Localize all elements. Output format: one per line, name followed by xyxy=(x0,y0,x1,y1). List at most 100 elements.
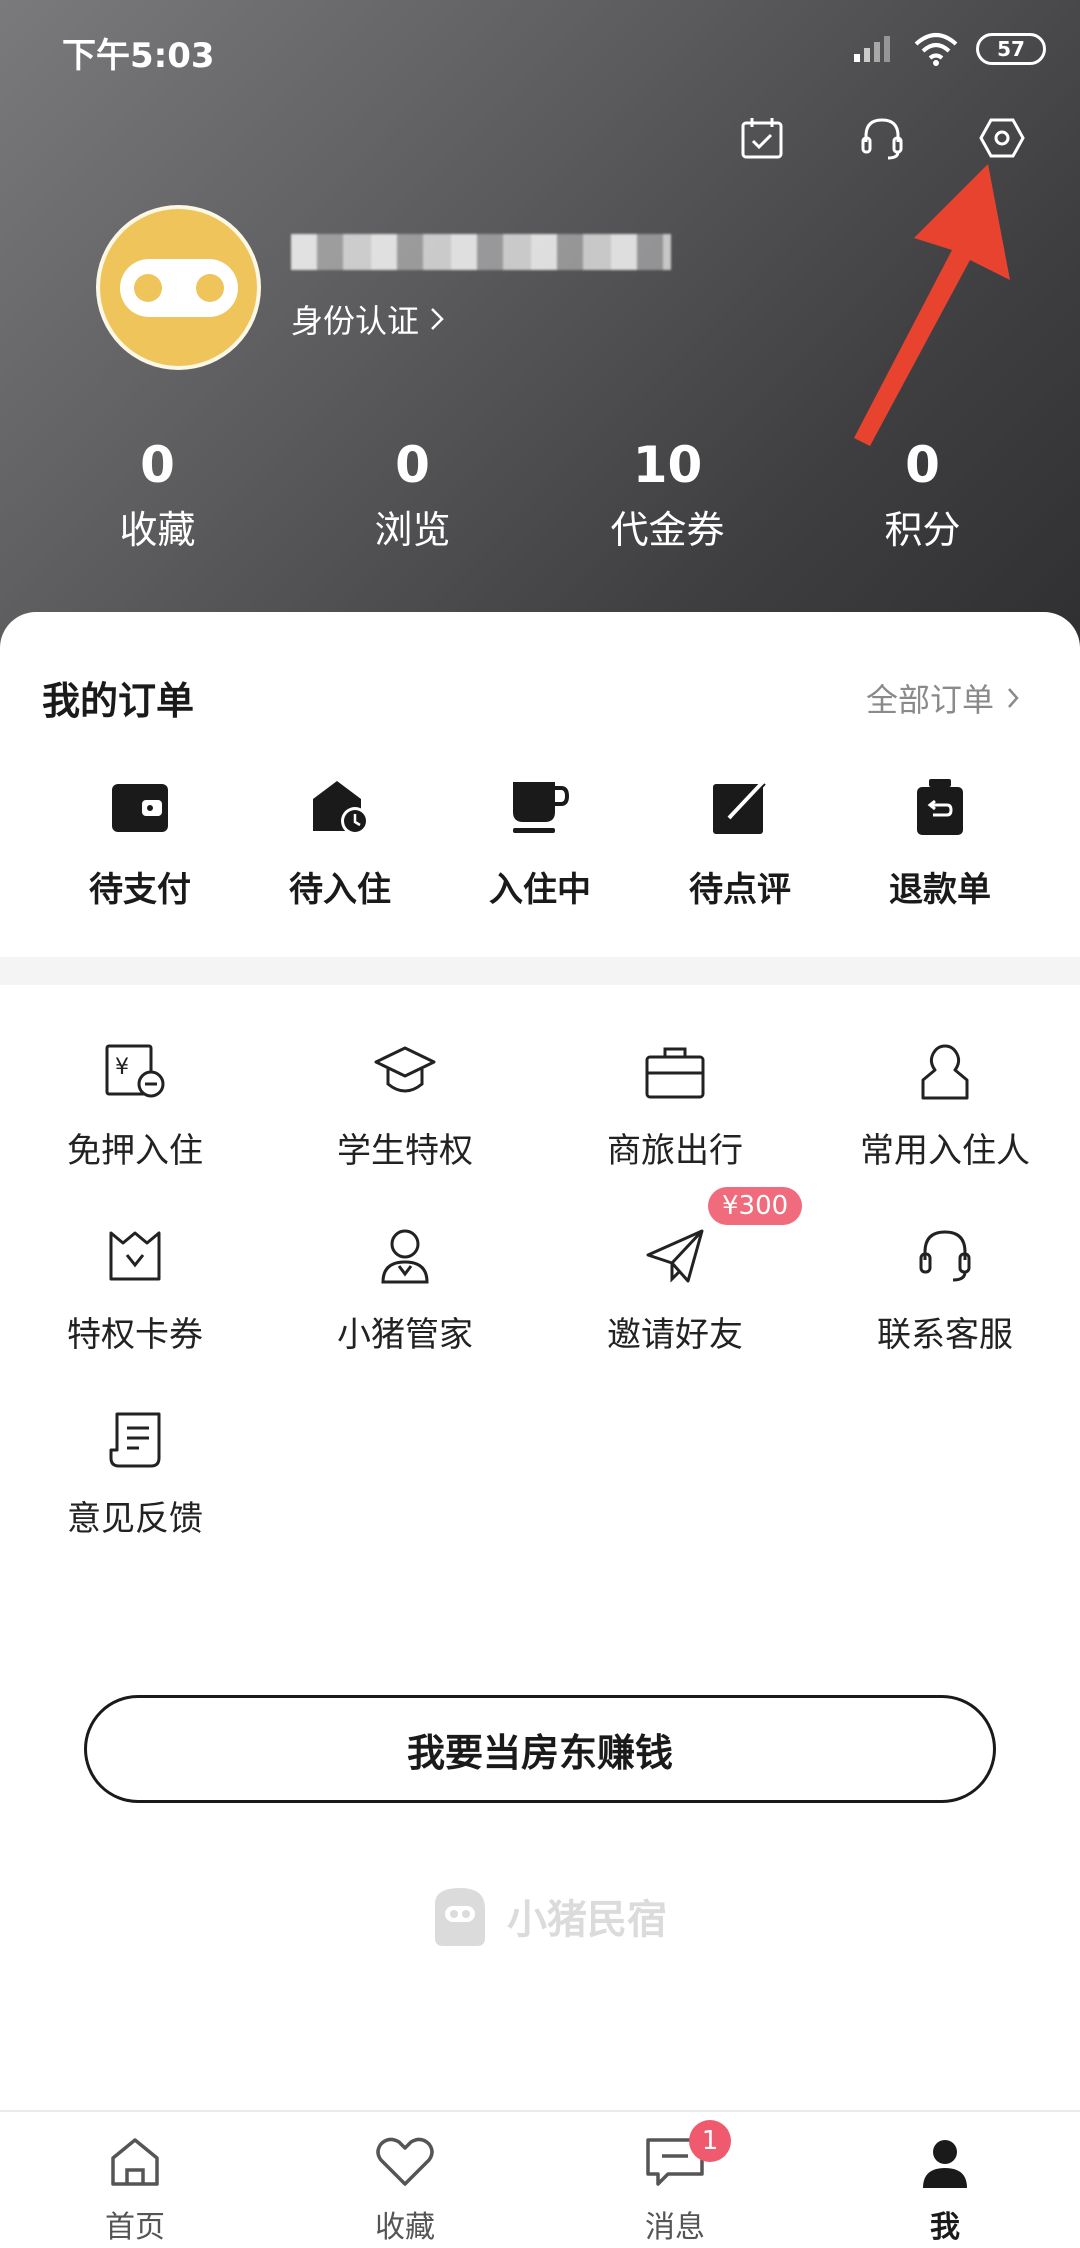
all-orders-link[interactable]: 全部订单 xyxy=(866,675,1020,721)
order-item-label: 退款单 xyxy=(889,870,991,910)
service-label: 邀请好友 xyxy=(607,1315,743,1355)
service-label: 联系客服 xyxy=(877,1315,1013,1355)
stat-label: 浏览 xyxy=(374,508,451,552)
become-landlord-button[interactable]: 我要当房东赚钱 xyxy=(84,1695,996,1803)
butler-icon xyxy=(381,1229,429,1284)
headset-icon xyxy=(861,118,903,160)
nav-label: 我 xyxy=(930,2210,960,2245)
stat-value: 0 xyxy=(905,436,940,494)
nav-label: 收藏 xyxy=(375,2210,435,2245)
status-icons: 57 xyxy=(852,32,1046,66)
service-invite-friends[interactable]: ¥300 邀请好友 xyxy=(540,1187,810,1405)
nav-profile[interactable]: 我 xyxy=(845,2112,1045,2248)
stat-label: 积分 xyxy=(884,508,961,552)
orders-title: 我的订单 xyxy=(42,679,195,723)
paper-plane-icon xyxy=(646,1229,704,1283)
service-feedback[interactable]: 意见反馈 xyxy=(0,1405,270,1589)
customer-service-button[interactable] xyxy=(852,108,912,168)
pig-logo-icon xyxy=(435,1888,485,1946)
stat-value: 0 xyxy=(395,436,430,494)
stat-points[interactable]: 0 积分 xyxy=(823,430,1023,560)
nav-favorites[interactable]: 收藏 xyxy=(305,2112,505,2248)
avatar-face-icon xyxy=(119,258,238,317)
heart-icon xyxy=(376,2137,434,2186)
edit-icon xyxy=(713,780,766,834)
service-label: 意见反馈 xyxy=(67,1499,203,1539)
order-pending-review[interactable]: 待点评 xyxy=(640,772,840,911)
service-label: 学生特权 xyxy=(337,1131,473,1171)
settings-button[interactable] xyxy=(972,108,1032,168)
nav-label: 首页 xyxy=(105,2210,165,2245)
stat-favorites[interactable]: 0 收藏 xyxy=(58,430,258,560)
chevron-right-icon xyxy=(1008,687,1019,708)
order-pending-checkin[interactable]: 待入住 xyxy=(240,772,440,911)
wifi-icon xyxy=(914,33,958,66)
person-icon xyxy=(921,1044,969,1100)
status-bar: 下午5:03 57 xyxy=(0,0,1080,100)
headset-icon xyxy=(919,1230,971,1282)
content-card: 我的订单 全部订单 待支付 待入住 入住中 待点评 退款单 ¥ 免押入住 学生特… xyxy=(0,612,1080,2248)
home-icon xyxy=(111,2138,159,2186)
username-blurred xyxy=(291,233,671,270)
wallet-icon xyxy=(112,784,168,832)
crown-card-icon xyxy=(109,1231,161,1281)
chevron-right-icon xyxy=(431,307,444,330)
services-grid: ¥ 免押入住 学生特权 商旅出行 常用入住人 特权卡券 小猪管家 ¥300 邀请… xyxy=(0,1037,1080,1589)
all-orders-label: 全部订单 xyxy=(865,680,994,719)
bottom-nav: 首页 收藏 1 消息 我 xyxy=(0,2110,1080,2248)
order-item-label: 入住中 xyxy=(489,870,591,910)
stat-history[interactable]: 0 浏览 xyxy=(313,430,513,560)
battery-indicator: 57 xyxy=(976,33,1046,65)
identity-verify-label: 身份认证 xyxy=(291,301,420,340)
order-item-label: 待点评 xyxy=(689,870,791,910)
orders-header: 我的订单 全部订单 xyxy=(42,670,1020,725)
stat-label: 收藏 xyxy=(119,508,196,552)
profile-header: 下午5:03 57 身份认证 0 收藏 0 浏览 10 代金券 0 积分 xyxy=(0,0,1080,660)
feedback-icon xyxy=(109,1412,161,1468)
stat-label: 代金券 xyxy=(610,508,725,552)
top-actions xyxy=(732,108,1032,168)
house-clock-icon xyxy=(313,781,369,835)
brand-logo: 小猪民宿 xyxy=(425,1884,667,1948)
service-deposit-free[interactable]: ¥ 免押入住 xyxy=(0,1037,270,1221)
graduation-cap-icon xyxy=(374,1046,436,1093)
order-refund[interactable]: 退款单 xyxy=(840,772,1040,911)
stat-value: 10 xyxy=(632,436,703,494)
signal-icon xyxy=(854,36,890,62)
calendar-checkin-button[interactable] xyxy=(732,108,792,168)
service-label: 免押入住 xyxy=(67,1131,203,1171)
profile-icon xyxy=(923,2140,967,2188)
cup-icon xyxy=(513,782,570,833)
service-label: 特权卡券 xyxy=(67,1315,203,1355)
service-contact-support[interactable]: 联系客服 xyxy=(810,1221,1080,1405)
message-count-badge: 1 xyxy=(689,2120,731,2162)
stats-row: 0 收藏 0 浏览 10 代金券 0 积分 xyxy=(0,430,1080,560)
brand-name: 小猪民宿 xyxy=(507,1897,667,1943)
order-checked-in[interactable]: 入住中 xyxy=(440,772,640,911)
order-status-row: 待支付 待入住 入住中 待点评 退款单 xyxy=(40,772,1040,911)
identity-verify-link[interactable]: 身份认证 xyxy=(291,296,671,342)
calendar-check-icon xyxy=(741,118,783,159)
avatar[interactable] xyxy=(96,205,261,370)
order-item-label: 待支付 xyxy=(89,870,191,910)
service-student[interactable]: 学生特权 xyxy=(270,1037,540,1221)
nav-home[interactable]: 首页 xyxy=(35,2112,235,2248)
order-pending-payment[interactable]: 待支付 xyxy=(40,772,240,911)
refund-icon xyxy=(917,779,963,835)
stat-value: 0 xyxy=(140,436,175,494)
service-privilege-cards[interactable]: 特权卡券 xyxy=(0,1221,270,1405)
service-label: 小猪管家 xyxy=(337,1315,473,1355)
stat-vouchers[interactable]: 10 代金券 xyxy=(568,430,768,560)
status-time: 下午5:03 xyxy=(62,36,215,76)
briefcase-icon xyxy=(645,1047,705,1099)
deposit-free-icon: ¥ xyxy=(105,1044,165,1098)
order-item-label: 待入住 xyxy=(289,870,391,910)
service-butler[interactable]: 小猪管家 xyxy=(270,1221,540,1405)
service-frequent-guests[interactable]: 常用入住人 xyxy=(810,1037,1080,1221)
svg-text:¥: ¥ xyxy=(115,1055,129,1080)
service-label: 常用入住人 xyxy=(860,1131,1030,1171)
service-label: 商旅出行 xyxy=(607,1131,743,1171)
nav-messages[interactable]: 1 消息 xyxy=(575,2112,775,2248)
section-divider xyxy=(0,957,1080,985)
user-profile: 身份认证 xyxy=(96,205,671,370)
